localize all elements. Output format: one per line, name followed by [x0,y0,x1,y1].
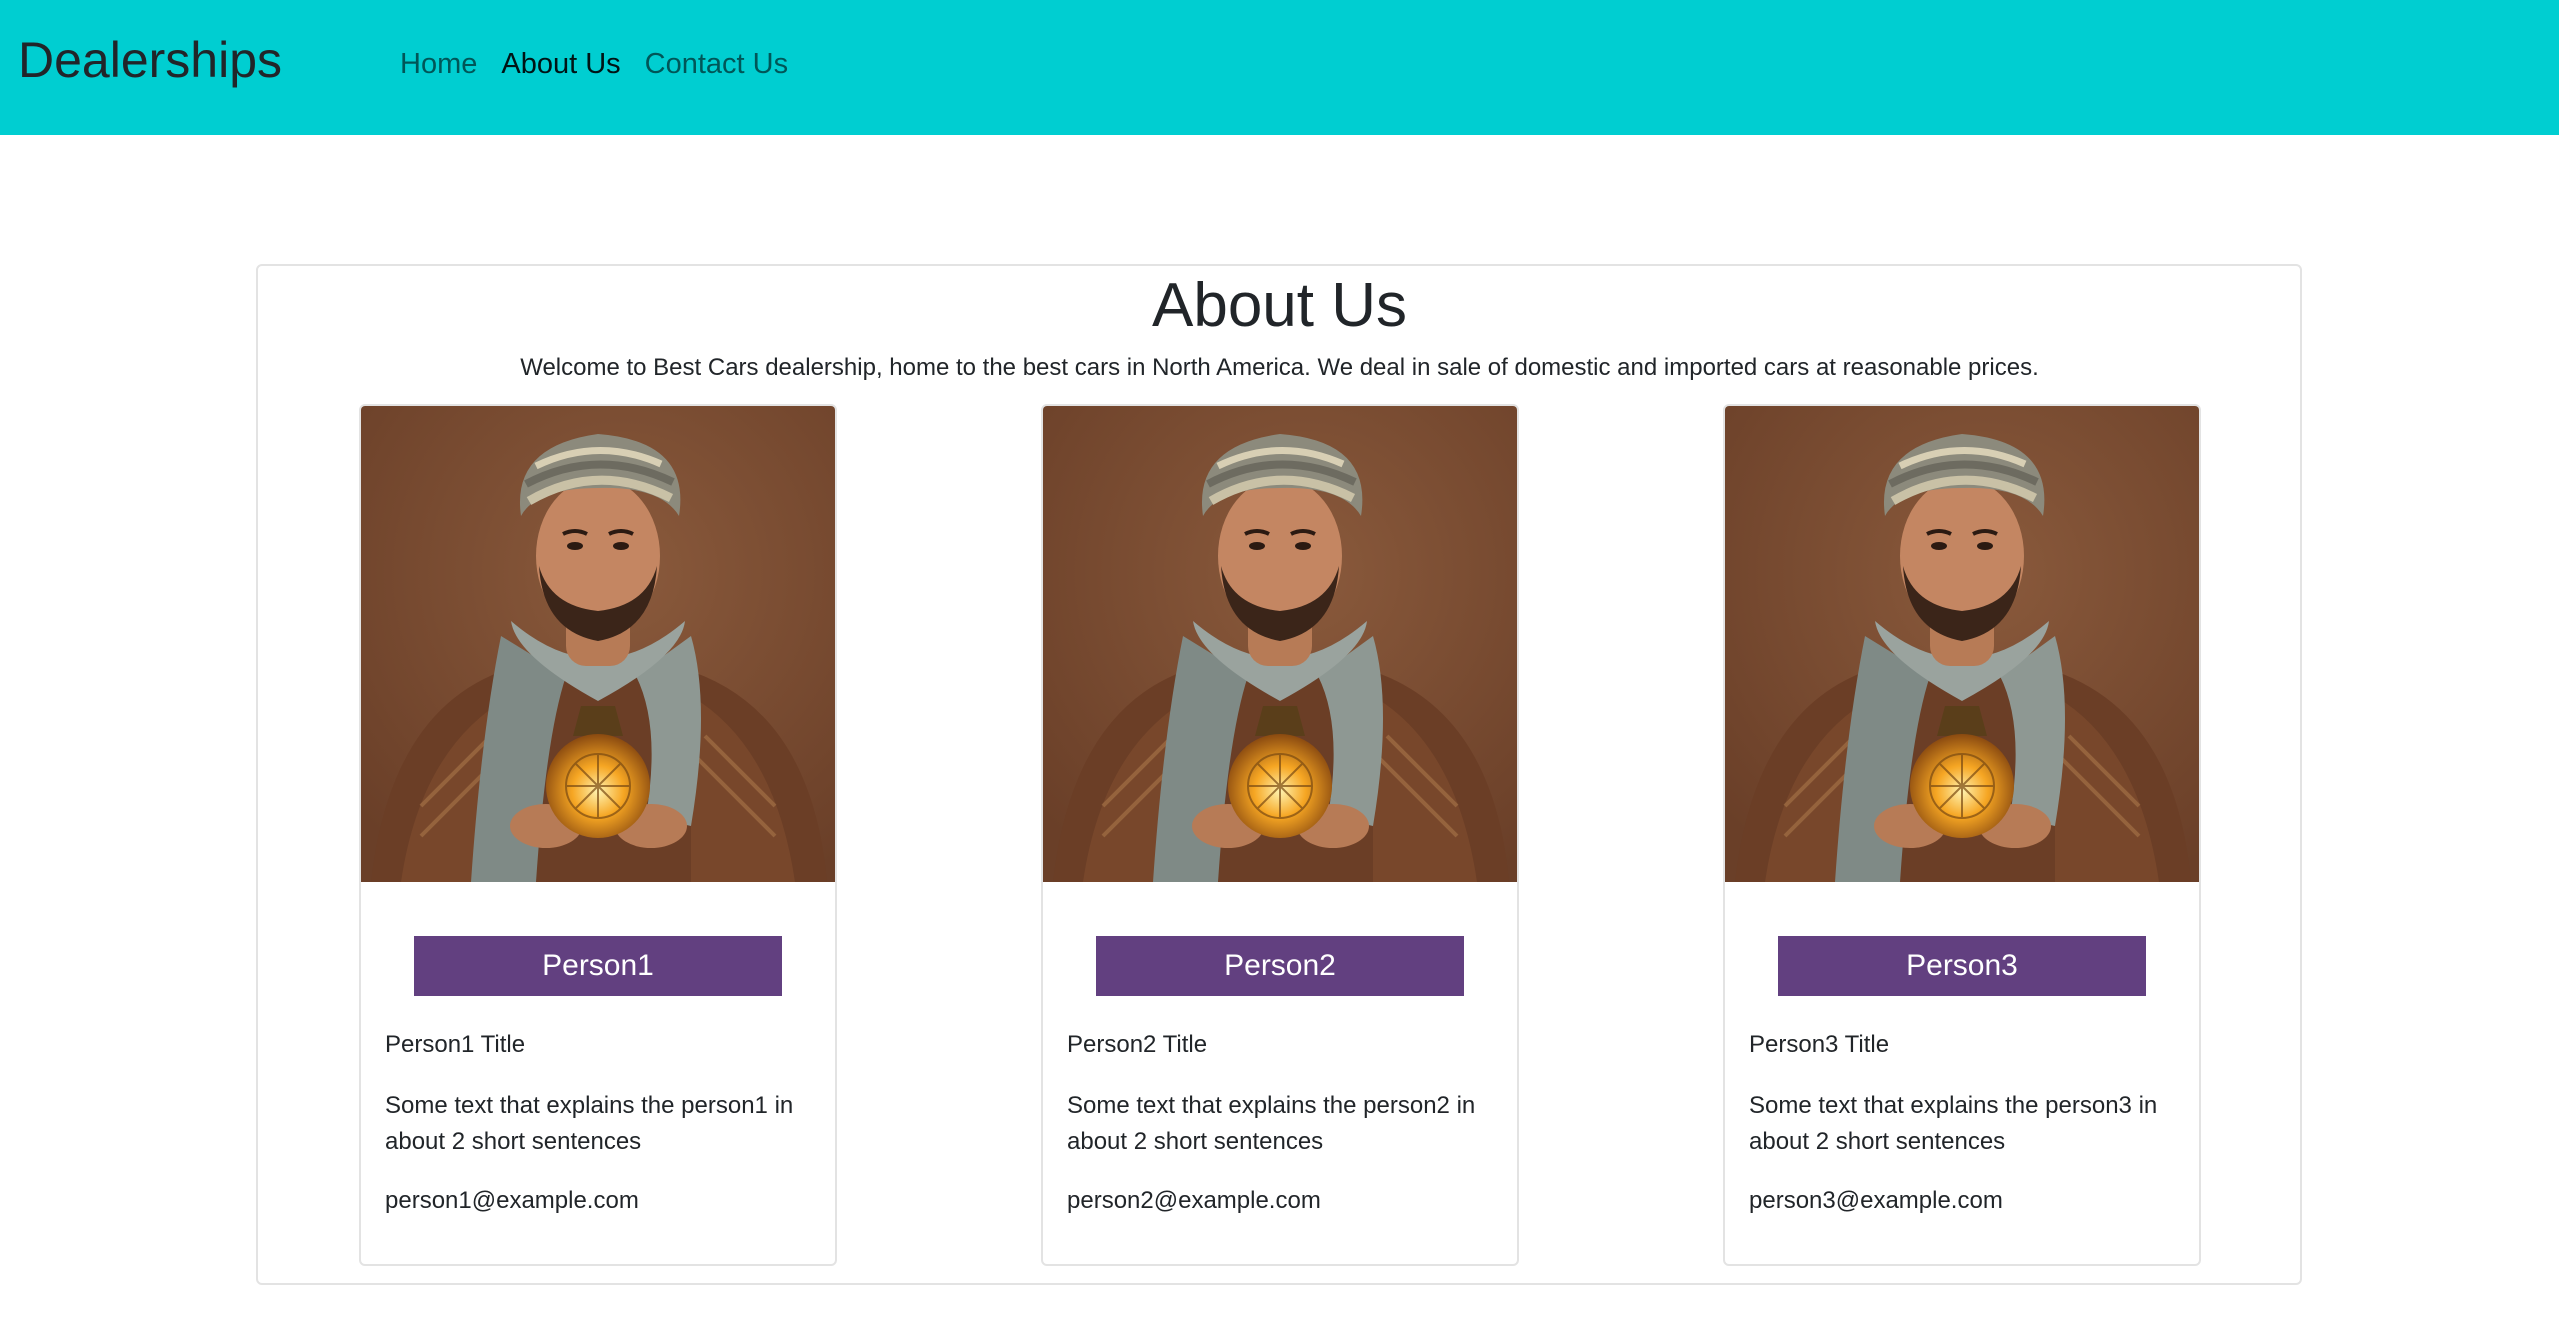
person-description: Some text that explains the person1 in a… [385,1092,794,1155]
person-card-1: Person1 Person1 Title Some text that exp… [359,404,837,1266]
intro-text: Welcome to Best Cars dealership, home to… [520,354,2039,381]
nav-link-home[interactable]: Home [400,44,477,84]
nav-link-about-us[interactable]: About Us [501,44,620,84]
top-navbar: Dealerships Home About Us Contact Us [0,0,2559,135]
person-email: person1@example.com [385,1187,639,1214]
person-title: Person1 Title [385,1031,526,1058]
person-email: person2@example.com [1067,1187,1321,1214]
person-photo [1725,406,2199,882]
person-photo [361,406,835,882]
person-name-badge: Person3 [1778,936,2146,996]
person-description: Some text that explains the person3 in a… [1749,1092,2158,1155]
person-card-3: Person3 Person3 Title Some text that exp… [1723,404,2201,1266]
nav-link-contact-us[interactable]: Contact Us [645,44,788,84]
person-email: person3@example.com [1749,1187,2003,1214]
person-name-badge: Person2 [1096,936,1464,996]
person-title: Person2 Title [1067,1031,1208,1058]
person-card-2: Person2 Person2 Title Some text that exp… [1041,404,1519,1266]
page-title: About Us [1151,271,1408,340]
person-photo [1043,406,1517,882]
main-nav: Home About Us Contact Us [400,44,788,84]
person-title: Person3 Title [1749,1031,1890,1058]
brand-logo-link[interactable]: Dealerships [18,30,282,90]
person-name-badge: Person1 [414,936,782,996]
person-description: Some text that explains the person2 in a… [1067,1092,1476,1155]
